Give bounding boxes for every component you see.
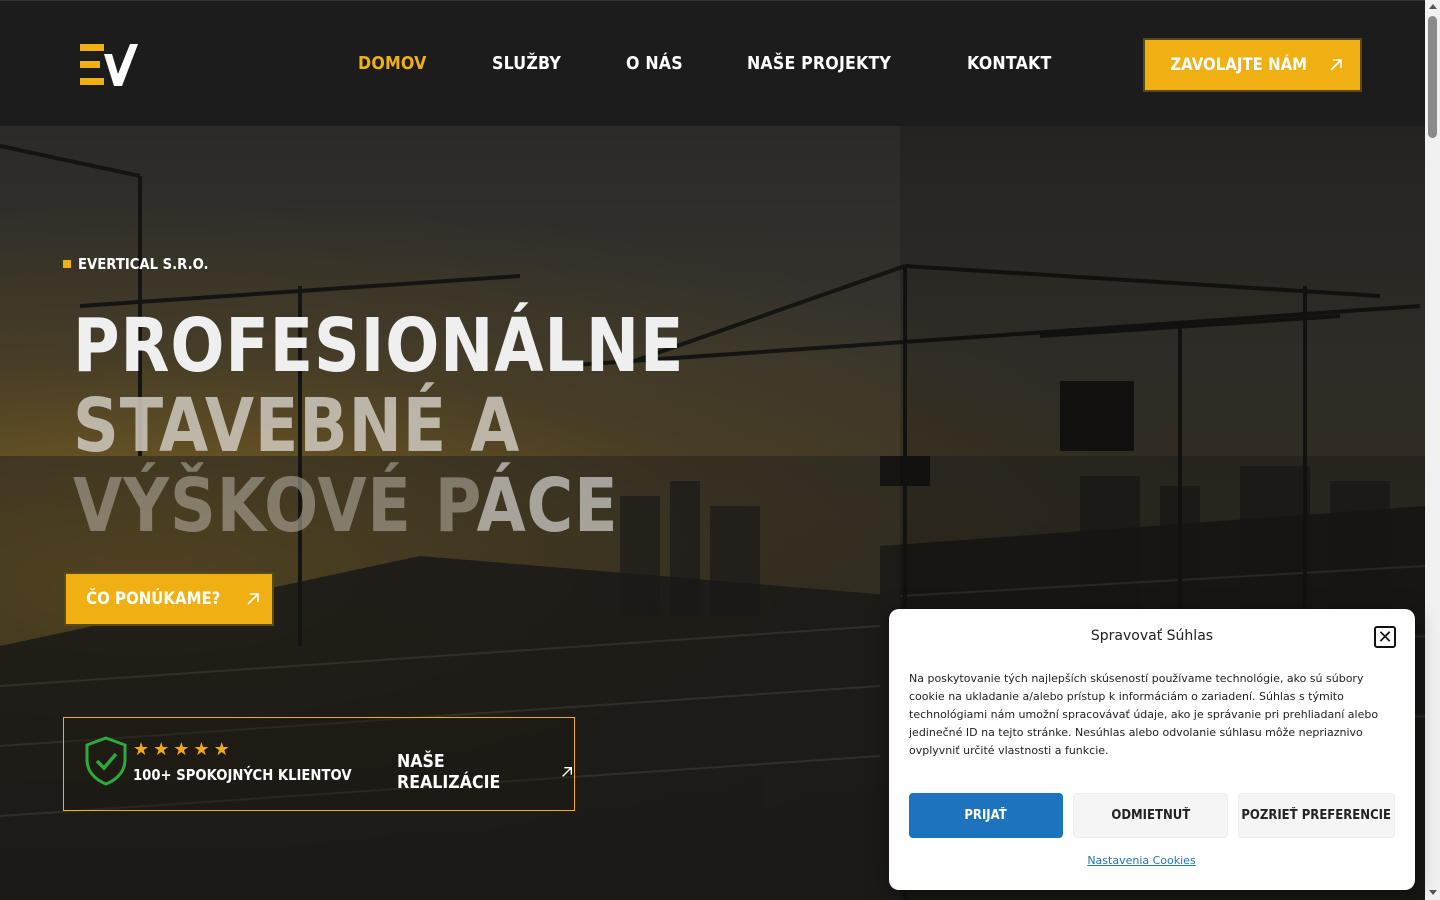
nav-item-o-nas[interactable]: O NÁS (626, 53, 683, 74)
scroll-down-icon[interactable] (1429, 890, 1437, 895)
our-projects-label: NAŠE REALIZÁCIE (397, 751, 501, 793)
cookie-consent-dialog: Spravovať Súhlas ✕ Na poskytovanie tých … (889, 609, 1415, 890)
eyebrow-square-icon (63, 260, 71, 268)
what-we-offer-label: ČO PONÚKAME? (85, 589, 221, 609)
what-we-offer-button[interactable]: ČO PONÚKAME? (64, 572, 274, 626)
arrow-up-right-icon (247, 593, 260, 605)
star-icon: ★ (133, 739, 150, 759)
deny-button[interactable]: ODMIETNUŤ (1073, 793, 1228, 838)
shield-check-icon (85, 736, 127, 786)
star-icon: ★ (193, 739, 210, 759)
call-us-button[interactable]: ZAVOLAJTE NÁM (1143, 38, 1362, 92)
star-icon: ★ (153, 739, 170, 759)
headline-line-3-bright: ÁCE (476, 463, 619, 549)
cookie-dialog-title: Spravovať Súhlas (1090, 628, 1214, 644)
headline-line-3: VÝŠKOVÉ PÁCE (73, 466, 684, 546)
headline-line-1: PROFESIONÁLNE (73, 303, 685, 389)
clients-count: 100+ SPOKOJNÝCH KLIENTOV (133, 766, 352, 784)
close-icon[interactable]: ✕ (1374, 626, 1396, 648)
evertical-logo[interactable] (80, 44, 138, 86)
accept-button[interactable]: PRIJAŤ (909, 793, 1063, 838)
arrow-up-right-icon (562, 766, 573, 777)
eyebrow-label: EVERTICAL S.R.O. (78, 255, 209, 273)
cookie-dialog-text: Na poskytovanie tých najlepších skúsenos… (909, 672, 1379, 757)
nav-item-sluzby[interactable]: SLUŽBY (492, 53, 561, 74)
cookie-settings-link[interactable]: Nastavenia Cookies (889, 854, 1394, 867)
trust-box: ★ ★ ★ ★ ★ 100+ SPOKOJNÝCH KLIENTOV NAŠE … (63, 717, 575, 811)
page-scrollbar[interactable] (1425, 0, 1440, 900)
view-preferences-button[interactable]: POZRIEŤ PREFERENCIE (1238, 793, 1395, 838)
site-header: DOMOV SLUŽBY O NÁS NAŠE PROJEKTY KONTAKT… (0, 0, 1425, 126)
star-icon: ★ (173, 739, 190, 759)
deny-label: ODMIETNUŤ (1111, 808, 1190, 823)
hero-headline: PROFESIONÁLNE STAVEBNÉ A VÝŠKOVÉ PÁCE (73, 306, 784, 546)
view-preferences-label: POZRIEŤ PREFERENCIE (1241, 808, 1392, 823)
scroll-up-icon[interactable] (1429, 4, 1437, 9)
headline-line-2: STAVEBNÉ A (73, 383, 521, 469)
arrow-up-right-icon (1330, 59, 1342, 71)
nav-item-kontakt[interactable]: KONTAKT (967, 53, 1051, 74)
nav-item-nase-projekty[interactable]: NAŠE PROJEKTY (747, 53, 891, 74)
our-projects-link[interactable]: NAŠE REALIZÁCIE (397, 751, 574, 793)
scrollbar-thumb[interactable] (1428, 16, 1437, 138)
main-nav: DOMOV SLUŽBY O NÁS NAŠE PROJEKTY KONTAKT (358, 53, 1063, 74)
accept-label: PRIJAŤ (964, 808, 1008, 823)
company-eyebrow: EVERTICAL S.R.O. (63, 255, 226, 273)
star-icon: ★ (213, 739, 230, 759)
headline-line-3-faded: VÝŠKOVÉ P (73, 463, 477, 549)
call-us-label: ZAVOLAJTE NÁM (1170, 55, 1307, 75)
rating-stars: ★ ★ ★ ★ ★ (133, 740, 230, 758)
nav-item-domov[interactable]: DOMOV (358, 53, 427, 74)
